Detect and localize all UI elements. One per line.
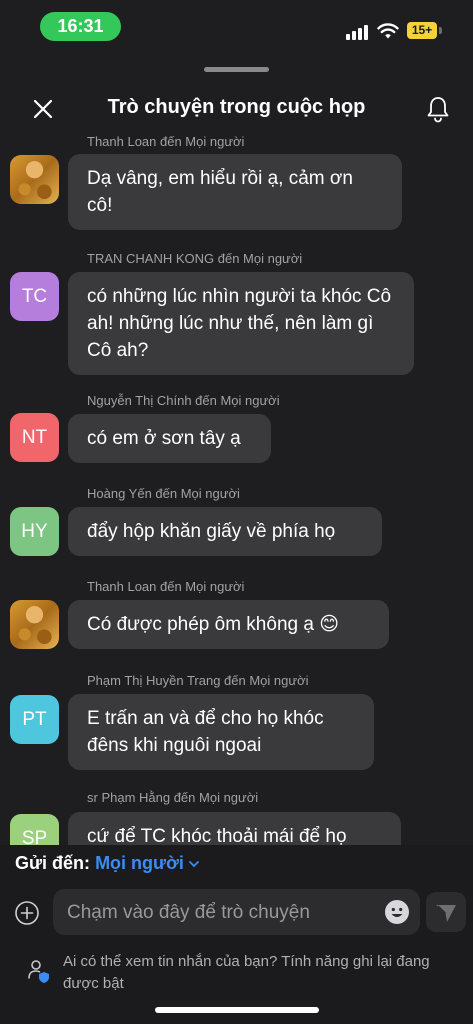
send-button[interactable] [426,892,466,932]
message-bubble[interactable]: có những lúc nhìn người ta khóc Cô ah! n… [68,272,414,375]
home-indicator[interactable] [155,1007,319,1013]
status-time: 16:31 [40,12,121,41]
avatar-image [10,600,59,649]
message-sender: Thanh Loan đến Mọi người [87,134,245,149]
avatar[interactable]: NT [10,413,59,462]
wifi-icon [377,23,399,39]
send-to-row: Gửi đến: Mọi người [15,853,200,874]
page-title: Trò chuyện trong cuộc họp [107,96,366,118]
battery-indicator: 15+ [407,22,437,39]
emoji-icon[interactable] [384,899,410,925]
avatar-image [10,155,59,204]
avatar[interactable]: PT [10,695,59,744]
chevron-down-icon[interactable] [188,858,200,870]
plus-circle-icon[interactable] [14,900,40,926]
composer-panel: Gửi đến: Mọi người Ai có thể xem tin nhắ… [0,845,473,1024]
message-bubble[interactable]: Có được phép ôm không ạ 😊 [68,600,389,649]
chat-header: Trò chuyện trong cuộc họp [0,88,473,130]
avatar[interactable]: HY [10,507,59,556]
avatar[interactable]: SP [10,814,59,845]
send-icon [436,905,456,922]
message-bubble[interactable]: E trấn an và để cho họ khóc đêns khi ngu… [68,694,374,770]
message-bubble[interactable]: đẩy hộp khăn giấy về phía họ [68,507,382,556]
close-icon[interactable] [28,94,58,124]
message-sender: sr Phạm Hằng đến Mọi người [87,790,259,805]
send-to-label: Gửi đến: [15,853,91,873]
message-sender: TRAN CHANH KONG đến Mọi người [87,251,303,266]
chat-input[interactable] [65,889,369,937]
privacy-notice[interactable]: Ai có thể xem tin nhắn của bạn? Tính năn… [63,951,453,995]
message-sender: Thanh Loan đến Mọi người [87,579,245,594]
message-sender: Nguyễn Thị Chính đến Mọi người [87,393,280,408]
user-shield-icon [28,960,49,983]
message-bubble[interactable]: cứ để TC khóc thoải mái để họ [68,812,401,845]
status-bar: 16:31 15+ [0,0,473,52]
battery-cap [439,27,442,34]
message-bubble[interactable]: có em ở sơn tây ạ [68,414,271,463]
signal-icon [346,24,372,40]
message-sender: Hoàng Yến đến Mọi người [87,486,240,501]
message-sender: Phạm Thị Huyền Trang đến Mọi người [87,673,309,688]
avatar[interactable]: TC [10,272,59,321]
bell-icon[interactable] [424,94,452,124]
message-bubble[interactable]: Dạ vâng, em hiểu rồi ạ, cảm ơn cô! [68,154,402,230]
send-to-selector[interactable]: Mọi người [95,853,200,873]
sheet-grabber[interactable] [204,67,269,72]
message-item: sr Phạm Hằng đến Mọi người SP cứ để TC k… [0,790,473,845]
chat-input-box[interactable] [53,889,420,937]
avatar[interactable] [10,600,59,649]
avatar[interactable] [10,155,59,204]
send-to-value[interactable]: Mọi người [95,853,184,873]
